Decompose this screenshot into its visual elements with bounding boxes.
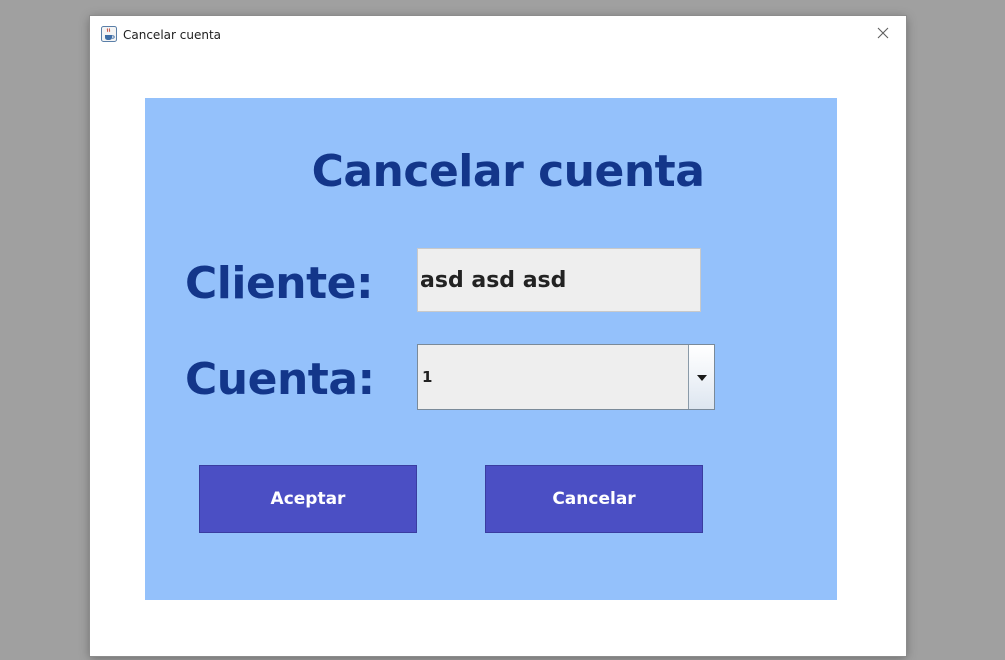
accept-button[interactable]: Aceptar (199, 465, 417, 533)
title-bar: Cancelar cuenta (90, 16, 906, 56)
form-panel: Cancelar cuenta Cliente: asd asd asd Cue… (145, 98, 837, 600)
java-coffee-icon (101, 26, 117, 42)
cuenta-label: Cuenta: (185, 354, 375, 405)
cliente-value: asd asd asd (420, 267, 567, 293)
chevron-down-icon (696, 368, 707, 386)
close-icon (877, 26, 889, 44)
cancel-button[interactable]: Cancelar (485, 465, 703, 533)
cliente-field[interactable]: asd asd asd (417, 248, 701, 312)
dialog-window: Cancelar cuenta Cancelar cuenta Cliente:… (90, 16, 906, 656)
window-title: Cancelar cuenta (123, 28, 222, 42)
cuenta-dropdown[interactable]: 1 (417, 344, 715, 410)
cuenta-selected-value: 1 (422, 368, 433, 386)
dropdown-arrow-button[interactable] (688, 345, 714, 409)
cliente-label: Cliente: (185, 258, 374, 309)
close-button[interactable] (860, 16, 906, 54)
page-title: Cancelar cuenta (311, 146, 705, 197)
